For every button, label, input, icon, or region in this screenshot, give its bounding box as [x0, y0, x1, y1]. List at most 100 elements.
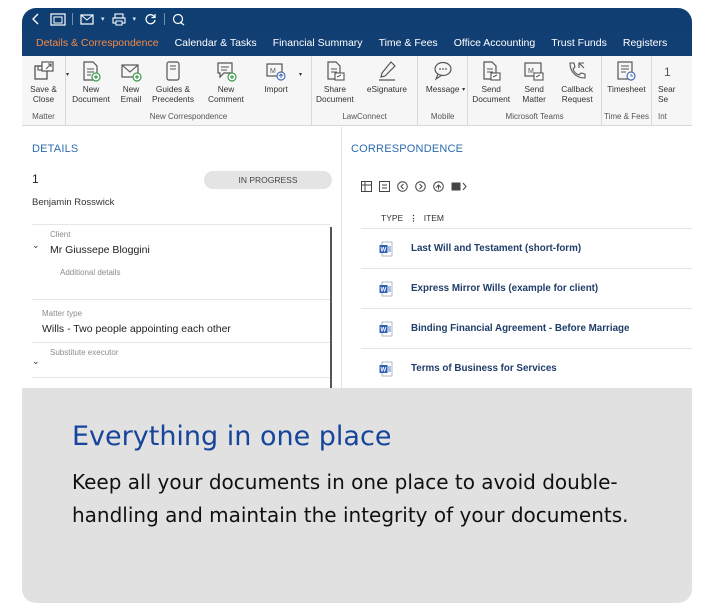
new-document-icon [83, 61, 101, 82]
refresh-icon[interactable] [142, 12, 158, 26]
document-name: Binding Financial Agreement - Before Mar… [411, 323, 630, 334]
correspondence-title: CORRESPONDENCE [351, 143, 464, 155]
ribbon-group-time-fees: Timesheet Time & Fees [602, 56, 652, 125]
svg-text:W: W [381, 247, 387, 253]
forward-circle-icon[interactable] [415, 181, 426, 195]
ribbon-group-lawconnect: Share Document eSignature LawConnect [312, 56, 419, 125]
import-button[interactable]: M Import ▾ [252, 56, 302, 111]
substitute-chevron-down-icon[interactable]: ⌄ [32, 356, 40, 367]
column-type[interactable]: TYPE [381, 213, 403, 224]
new-email-button[interactable]: New Email [116, 56, 146, 111]
send-matter-button[interactable]: M Send Matter [514, 56, 554, 111]
print-dropdown-icon[interactable]: ▾ [133, 15, 137, 23]
search-label: Sear Se [657, 84, 676, 104]
send-matter-label: Send Matter [522, 84, 546, 104]
back-circle-icon[interactable] [397, 181, 408, 195]
mail-dropdown-icon[interactable]: ▾ [101, 15, 105, 23]
column-item[interactable]: ITEM [424, 213, 444, 224]
ribbon-group-microsoft-teams: Send Document M Send Matter Callback Req… [468, 56, 602, 125]
tab-time-fees[interactable]: Time & Fees [371, 37, 446, 56]
details-panel: DETAILS 1 IN PROGRESS Benjamin Rosswick … [22, 127, 342, 388]
columns-icon[interactable] [361, 181, 372, 195]
responsible-person: Benjamin Rosswick [32, 197, 115, 208]
send-document-button[interactable]: Send Document [468, 56, 514, 111]
list-item[interactable]: W Last Will and Testament (short-form) [361, 228, 692, 268]
back-arrow-icon[interactable] [28, 12, 44, 26]
new-email-label: New Email [120, 84, 142, 104]
list-item[interactable]: W Express Mirror Wills (example for clie… [361, 268, 692, 308]
client-label: Client [50, 230, 71, 239]
timesheet-icon [617, 61, 637, 81]
svg-text:M: M [270, 68, 276, 75]
svg-text:M: M [528, 68, 534, 75]
client-value[interactable]: Mr Giussepe Bloggini [50, 244, 150, 256]
ribbon-group-new-correspondence: New Document New Email Guides & Preceden… [66, 56, 312, 125]
message-icon [434, 61, 452, 81]
details-scrollbar[interactable] [330, 227, 332, 388]
details-divider-4 [32, 377, 330, 378]
new-comment-button[interactable]: New Comment [200, 56, 252, 111]
details-divider [32, 224, 330, 225]
print-icon[interactable] [111, 12, 127, 26]
client-chevron-down-icon[interactable]: ⌄ [32, 240, 40, 251]
new-document-button[interactable]: New Document [66, 56, 116, 111]
save-close-icon [33, 61, 54, 80]
additional-details[interactable]: Additional details [60, 268, 120, 277]
tab-calendar-tasks[interactable]: Calendar & Tasks [167, 37, 265, 56]
caption-body: Keep all your documents in one place to … [72, 470, 629, 527]
details-title: DETAILS [32, 143, 79, 155]
guides-precedents-button[interactable]: Guides & Precedents [146, 56, 200, 111]
correspondence-panel: CORRESPONDENCE TYPE ⋮ ITEM W Last Will a… [343, 127, 692, 388]
group-label-mobile: Mobile [430, 112, 455, 122]
tab-financial-summary[interactable]: Financial Summary [265, 37, 371, 56]
document-view-icon[interactable] [379, 181, 390, 195]
timesheet-button[interactable]: Timesheet [602, 56, 651, 111]
word-document-icon: W [379, 321, 393, 336]
titlebar-divider-2 [164, 13, 166, 25]
import-label: Import [264, 84, 288, 94]
share-document-button[interactable]: Share Document [312, 56, 358, 111]
substitute-executor-label: Substitute executor [50, 348, 119, 357]
esignature-icon [378, 61, 396, 81]
column-menu-icon[interactable]: ⋮ [409, 213, 418, 224]
search-button[interactable]: 1 Sear Se [652, 56, 692, 111]
ribbon-group-mobile: Message ▾ Mobile [418, 56, 469, 125]
caption-title: Everything in one place [72, 421, 392, 452]
callback-request-button[interactable]: Callback Request [554, 56, 600, 111]
mail-icon[interactable] [79, 12, 95, 26]
group-label-matter: Matter [32, 112, 55, 122]
matter-type-value[interactable]: Wills - Two people appointing each other [42, 323, 231, 335]
tab-registers[interactable]: Registers [615, 37, 675, 56]
message-button[interactable]: Message ▾ [418, 56, 467, 111]
list-item[interactable]: W Terms of Business for Services [361, 348, 692, 388]
guides-precedents-label: Guides & Precedents [152, 84, 194, 104]
group-label-int: Int [657, 112, 667, 122]
group-label-lawconnect: LawConnect [342, 112, 387, 122]
matter-type-label: Matter type [42, 309, 83, 318]
tag-icon[interactable] [171, 12, 187, 26]
save-close-button[interactable]: Save & Close ▾ [22, 56, 69, 111]
matter-folder-icon[interactable] [50, 12, 66, 26]
tab-trust-funds[interactable]: Trust Funds [543, 37, 615, 56]
tab-office-accounting[interactable]: Office Accounting [446, 37, 544, 56]
send-matter-icon: M [524, 62, 544, 81]
details-divider-2 [32, 299, 330, 300]
import-icon: M [266, 63, 286, 81]
group-label-time-fees: Time & Fees [603, 112, 649, 122]
list-item[interactable]: W Binding Financial Agreement - Before M… [361, 308, 692, 348]
tab-details-correspondence[interactable]: Details & Correspondence [28, 37, 167, 56]
message-dropdown-icon[interactable]: ▾ [462, 86, 465, 93]
ribbon-group-int: 1 Sear Se Int [652, 56, 692, 125]
new-document-label: New Document [72, 84, 110, 104]
correspondence-header: TYPE ⋮ ITEM [381, 213, 444, 224]
message-label: Message [425, 84, 460, 94]
guides-icon [166, 61, 180, 81]
upload-circle-icon[interactable] [433, 181, 444, 195]
svg-text:W: W [381, 327, 387, 333]
document-name: Last Will and Testament (short-form) [411, 243, 582, 254]
import-dropdown-icon[interactable]: ▾ [299, 71, 302, 78]
esignature-button[interactable]: eSignature [358, 56, 416, 111]
move-more-icon[interactable] [451, 181, 469, 195]
callback-icon [569, 62, 586, 79]
search-icon: 1 [664, 65, 671, 79]
